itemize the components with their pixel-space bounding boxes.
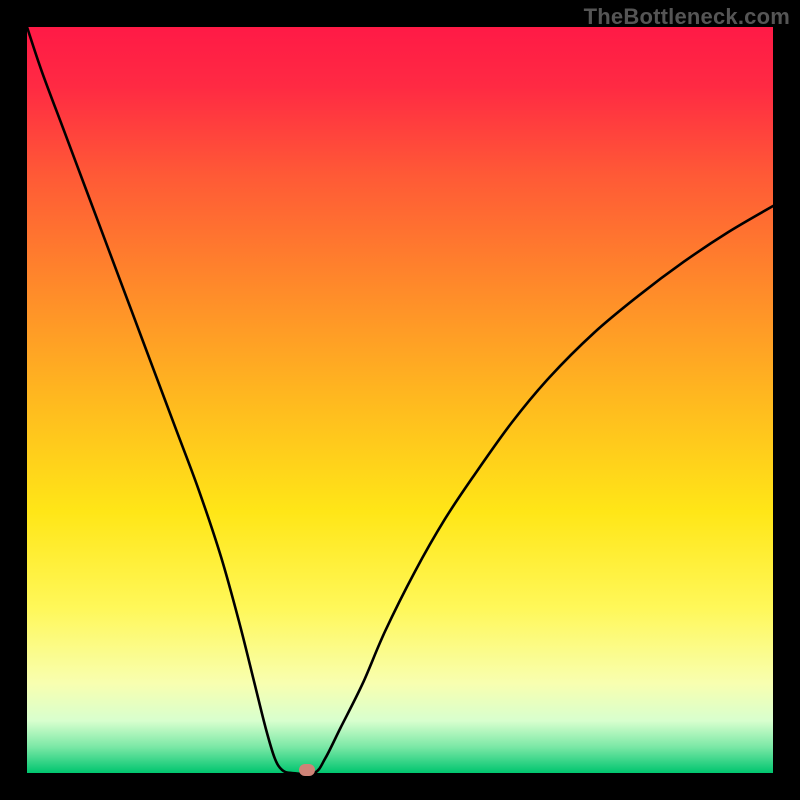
gradient-background	[27, 27, 773, 773]
chart-svg	[27, 27, 773, 773]
watermark-text: TheBottleneck.com	[584, 4, 790, 30]
chart-frame: TheBottleneck.com	[0, 0, 800, 800]
optimal-point-marker	[299, 764, 315, 776]
plot-area	[27, 27, 773, 773]
